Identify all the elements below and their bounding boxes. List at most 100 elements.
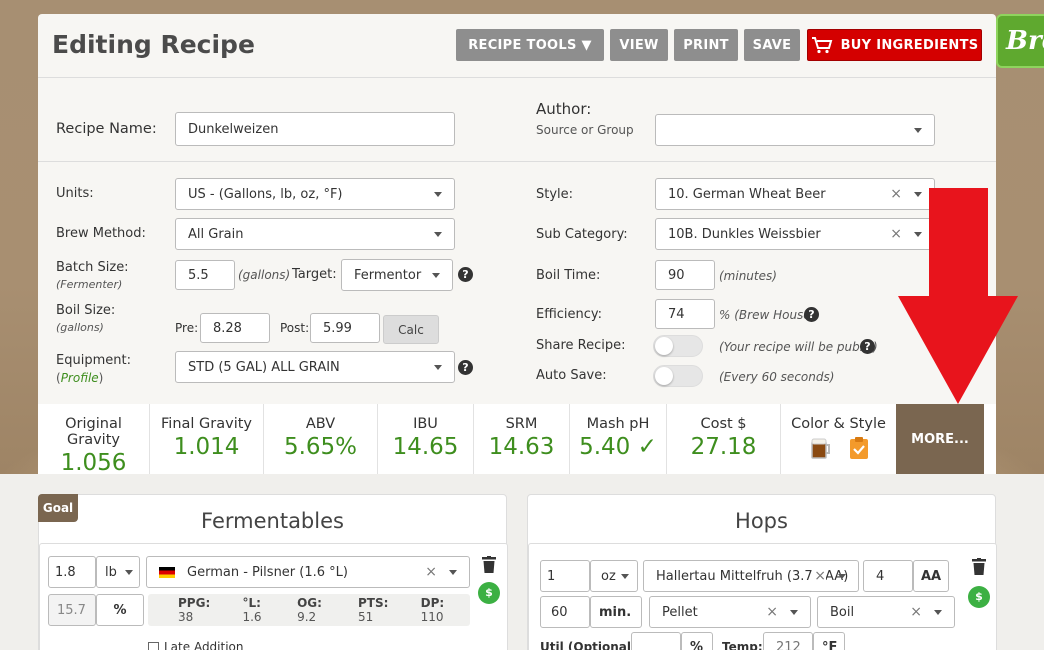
share-recipe-toggle[interactable] [653, 335, 703, 357]
fermentable-percent-input[interactable]: 15.7 [48, 594, 96, 626]
brew-method-value: All Grain [188, 226, 244, 242]
fermentable-stats-strip: PPG: 38 °L: 1.6 OG: 9.2 PTS: 51 DP: 110 [148, 594, 470, 626]
batch-size-label: Batch Size: [56, 260, 129, 275]
pts-stat: PTS: 51 [358, 596, 407, 624]
stat-label: Mash pH [586, 416, 650, 432]
efficiency-unit: % (Brew House) [719, 308, 816, 322]
author-label: Author: [536, 100, 592, 118]
author-select[interactable] [655, 114, 935, 146]
stat-label: IBU [413, 416, 438, 432]
hop-row: 1 oz Hallertau Mittelfruh (3.75 AA) × 4 A… [528, 543, 997, 650]
chevron-down-icon [838, 574, 846, 579]
save-button[interactable]: SAVE [744, 29, 800, 61]
target-label: Target: [292, 267, 337, 282]
stat-value: 5.65% [283, 434, 358, 460]
temp-label: Temp: [722, 640, 763, 650]
util-input[interactable] [631, 632, 681, 650]
goal-badge[interactable]: Goal [38, 494, 78, 522]
chevron-down-icon [434, 232, 442, 237]
recipe-name-input[interactable]: Dunkelweizen [175, 112, 455, 146]
chevron-down-icon [434, 192, 442, 197]
temp-input[interactable] [763, 632, 813, 650]
late-addition-checkbox[interactable] [148, 641, 159, 650]
hop-form-select[interactable]: Pellet × [649, 596, 811, 628]
stat-cost: Cost $ 27.18 [667, 404, 781, 474]
view-button[interactable]: VIEW [610, 29, 668, 61]
recipe-tools-button[interactable]: RECIPE TOOLS ▼ [456, 29, 604, 61]
hop-unit-value: oz [601, 568, 616, 584]
lovibond-stat: °L: 1.6 [242, 596, 283, 624]
buy-ingredients-label: BUY INGREDIENTS [840, 37, 979, 53]
target-select[interactable]: Fermentor [341, 259, 453, 291]
late-addition-option[interactable]: Late Addition [148, 640, 244, 650]
dollar-icon[interactable]: $ [478, 582, 500, 604]
og-label: OG: [297, 596, 322, 610]
calc-button[interactable]: Calc [383, 315, 439, 344]
efficiency-input[interactable]: 74 [655, 299, 715, 329]
hop-time-input[interactable]: 60 [540, 596, 590, 628]
boil-time-label: Boil Time: [536, 268, 601, 283]
lovibond-value: 1.6 [242, 610, 262, 624]
hop-amount-input[interactable]: 1 [540, 560, 590, 592]
batch-size-sublabel: (Fermenter) [56, 278, 123, 291]
stat-color-style[interactable]: Color & Style [781, 404, 896, 474]
equipment-profile-sublabel: (Profile) [56, 371, 103, 385]
post-boil-input[interactable]: 5.99 [310, 313, 380, 343]
boil-size-label: Boil Size: [56, 303, 116, 318]
buy-ingredients-button[interactable]: BUY INGREDIENTS [807, 29, 982, 61]
sub-category-select[interactable]: 10B. Dunkles Weissbier × [655, 218, 935, 250]
fermentable-grain-select[interactable]: German - Pilsner (1.6 °L) × [146, 556, 470, 588]
clear-icon[interactable]: × [812, 568, 826, 584]
hop-aa-label: AA [913, 560, 949, 592]
fermentable-amount-input[interactable]: 1.8 [48, 556, 96, 588]
pre-boil-input[interactable]: 8.28 [200, 313, 270, 343]
hop-aa-input[interactable]: 4 [863, 560, 913, 592]
hop-use-select[interactable]: Boil × [817, 596, 955, 628]
help-icon[interactable]: ? [804, 307, 819, 322]
fermentable-unit-select[interactable]: lb [96, 556, 140, 588]
brand-logo-tab[interactable]: Brew [996, 14, 1044, 68]
clear-icon[interactable]: × [425, 564, 437, 580]
trash-icon[interactable] [482, 556, 496, 573]
equipment-profile-link[interactable]: Profile [61, 371, 99, 385]
stat-label: Original Gravity [65, 416, 122, 448]
trash-icon[interactable] [972, 558, 986, 575]
dp-stat: DP: 110 [421, 596, 470, 624]
hop-variety-select[interactable]: Hallertau Mittelfruh (3.75 AA) × [643, 560, 859, 592]
help-icon[interactable]: ? [458, 267, 473, 282]
stat-original-gravity: Original Gravity 1.056 [38, 404, 150, 474]
equipment-select[interactable]: STD (5 GAL) ALL GRAIN [175, 351, 455, 383]
stat-value: 14.63 [488, 434, 555, 460]
batch-size-input[interactable]: 5.5 [175, 260, 235, 290]
editor-header: Editing Recipe RECIPE TOOLS ▼ VIEW PRINT… [38, 14, 996, 78]
dollar-icon[interactable]: $ [968, 586, 990, 608]
boil-time-unit: (minutes) [719, 269, 777, 283]
style-select[interactable]: 10. German Wheat Beer × [655, 178, 935, 210]
units-select[interactable]: US - (Gallons, lb, oz, °F) [175, 178, 455, 210]
more-stats-button[interactable]: MORE... [896, 404, 984, 474]
lovibond-label: °L: [242, 596, 261, 610]
brew-method-select[interactable]: All Grain [175, 218, 455, 250]
help-icon[interactable]: ? [458, 360, 473, 375]
og-stat: OG: 9.2 [297, 596, 344, 624]
clear-icon[interactable]: × [766, 604, 778, 620]
units-value: US - (Gallons, lb, oz, °F) [188, 186, 343, 202]
hop-form-value: Pellet [662, 604, 698, 620]
recipe-stats-bar: Original Gravity 1.056 Final Gravity 1.014… [38, 404, 996, 474]
auto-save-toggle[interactable] [653, 365, 703, 387]
dp-value: 110 [420, 610, 444, 624]
stat-mash-ph: Mash pH 5.40 ✓ [570, 404, 667, 474]
auto-save-label: Auto Save: [536, 368, 607, 383]
print-button[interactable]: PRINT [674, 29, 738, 61]
stat-value: 1.056 [60, 450, 127, 474]
chevron-down-icon [434, 365, 442, 370]
author-sublabel: Source or Group [536, 123, 634, 137]
hop-time-unit: min. [590, 596, 642, 628]
style-label: Style: [536, 187, 574, 202]
boil-time-input[interactable]: 90 [655, 260, 715, 290]
hop-unit-select[interactable]: oz [590, 560, 638, 592]
help-icon[interactable]: ? [860, 339, 875, 354]
util-label: Util (Optional): [540, 640, 642, 650]
dp-label: DP: [420, 596, 445, 610]
clear-icon[interactable]: × [910, 604, 922, 620]
